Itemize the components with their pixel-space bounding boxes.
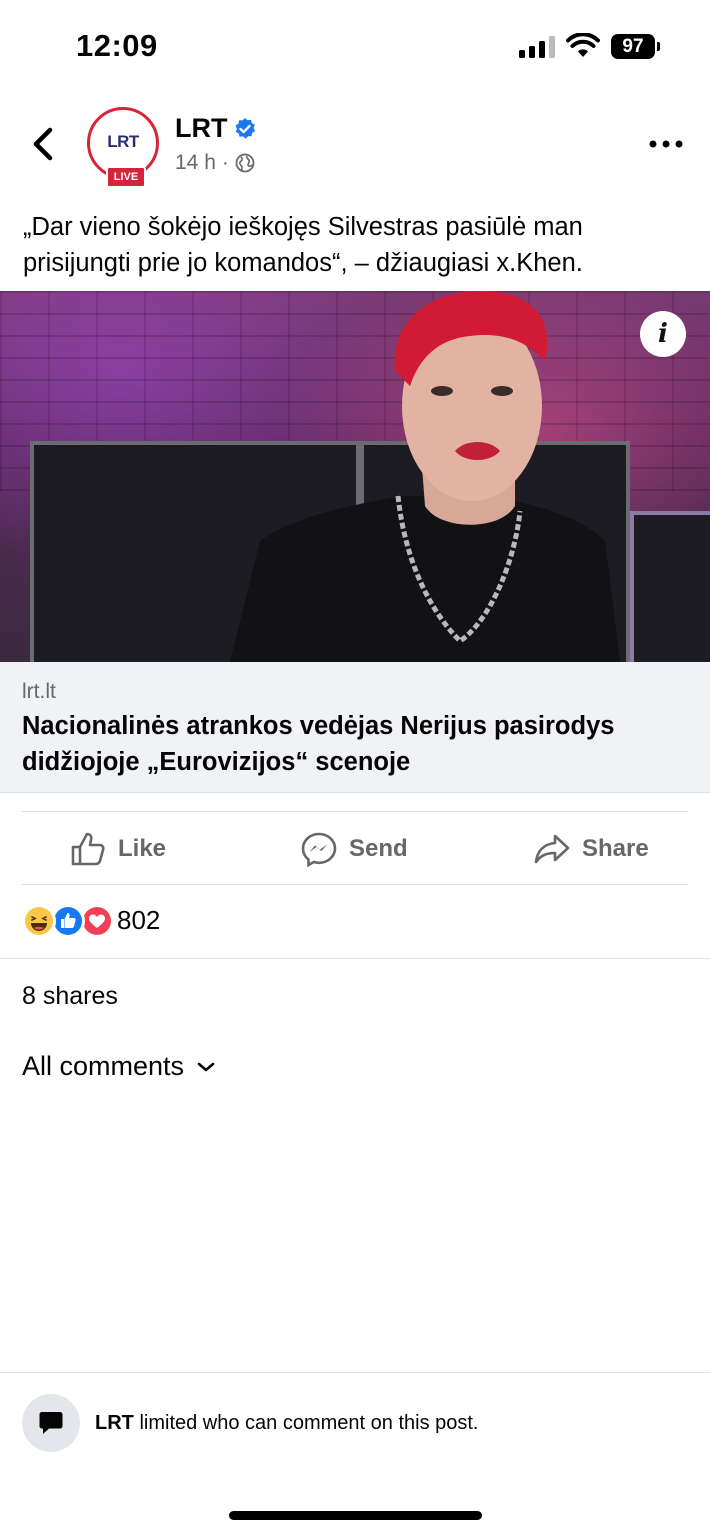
footer-notice-text: limited who can comment on this post. [133, 1412, 479, 1434]
share-label: Share [582, 835, 649, 862]
comments-filter-label: All comments [22, 1051, 185, 1081]
post-text: „Dar vieno šokėjo ieškojęs Silvestras pa… [23, 213, 583, 277]
like-label: Like [118, 835, 167, 862]
shares-count[interactable]: 8 shares [22, 982, 118, 1011]
status-time: 12:09 [76, 28, 158, 63]
haha-reaction-icon [22, 904, 56, 938]
link-domain: lrt.lt [22, 680, 56, 703]
link-preview-image[interactable] [0, 291, 710, 662]
footer-page-name[interactable]: LRT [95, 1412, 134, 1434]
chevron-down-icon [197, 1062, 215, 1071]
meta-separator: · [221, 151, 229, 174]
divider [22, 884, 688, 885]
avatar-logo-text: LRT [107, 132, 139, 151]
reactions-summary[interactable] [22, 904, 117, 938]
share-button[interactable]: Share [534, 828, 649, 870]
link-title[interactable]: Nacionalinės atrankos vedėjas Nerijus pa… [22, 708, 682, 780]
battery-indicator: 97 [611, 34, 661, 59]
messenger-icon [301, 832, 337, 867]
battery-level: 97 [611, 34, 655, 59]
post-time[interactable]: 14 h [175, 151, 216, 175]
like-reaction-icon [51, 904, 85, 938]
reaction-count[interactable]: 802 [117, 905, 160, 936]
more-options-icon[interactable] [648, 134, 684, 154]
like-button[interactable]: Like [70, 828, 166, 870]
divider [0, 958, 710, 959]
page-name[interactable]: LRT [175, 113, 227, 144]
home-indicator[interactable] [229, 1511, 482, 1520]
send-button[interactable]: Send [301, 828, 408, 870]
post-meta: 14 h · [175, 151, 255, 175]
comments-filter-dropdown[interactable]: All comments [22, 1051, 216, 1082]
comment-restriction-notice: LRT limited who can comment on this post… [95, 1412, 479, 1435]
thumbs-up-icon [71, 832, 105, 866]
send-label: Send [349, 835, 408, 862]
back-arrow-icon[interactable] [26, 124, 62, 164]
speech-bubble-icon [39, 1412, 63, 1434]
live-badge: LIVE [106, 166, 146, 188]
globe-icon [235, 153, 255, 173]
verified-badge-icon [235, 118, 255, 139]
comment-restricted-badge [22, 1394, 80, 1452]
love-reaction-icon [80, 904, 114, 938]
share-arrow-icon [534, 834, 570, 864]
divider [22, 811, 688, 812]
cellular-signal-icon [519, 36, 555, 58]
info-button[interactable]: i [640, 311, 686, 357]
wifi-icon [566, 33, 600, 57]
divider [0, 1372, 710, 1373]
